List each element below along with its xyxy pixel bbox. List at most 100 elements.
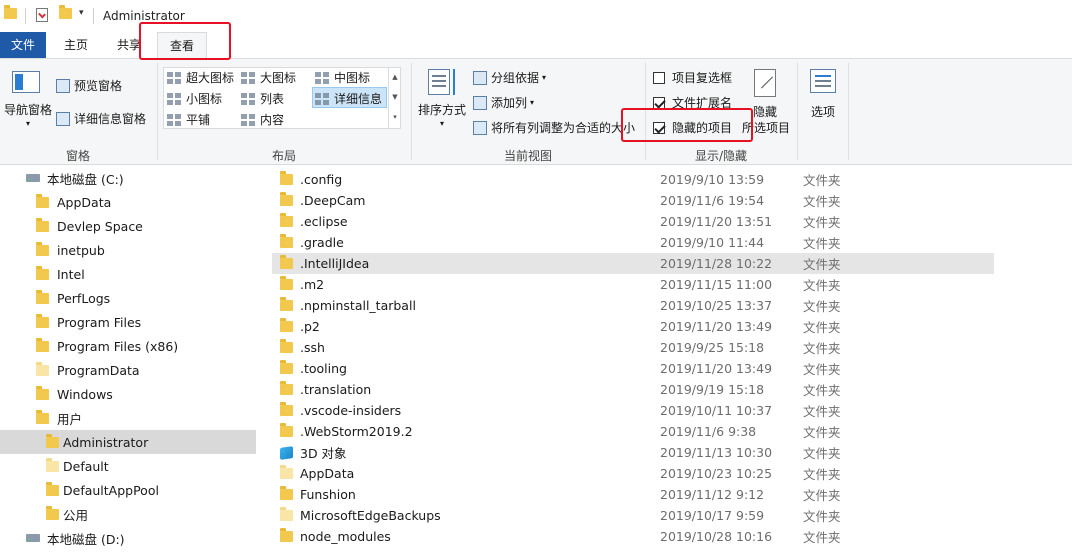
- nav-item-perflogs[interactable]: PerfLogs: [0, 286, 256, 310]
- table-row[interactable]: .config 2019/9/10 13:59 文件夹: [272, 169, 994, 190]
- item-checkboxes-toggle[interactable]: 项目复选框: [653, 69, 732, 86]
- folder-icon: [4, 5, 17, 24]
- folder-icon: [280, 423, 293, 437]
- options-button[interactable]: 选项: [811, 103, 835, 120]
- nav-item-administrator[interactable]: Administrator: [0, 430, 256, 454]
- nav-item-program-files-x86[interactable]: Program Files (x86): [0, 334, 256, 358]
- layout-list[interactable]: 列表: [241, 90, 284, 107]
- folder-icon: [280, 297, 293, 311]
- nav-item-drive-c[interactable]: 本地磁盘 (C:): [0, 166, 256, 190]
- nav-pane-icon: [12, 71, 40, 93]
- title-bar: ▾ Administrator: [0, 0, 1072, 32]
- nav-item-inetpub[interactable]: inetpub: [0, 238, 256, 262]
- fit-columns-button[interactable]: 将所有列调整为合适的大小: [473, 119, 635, 136]
- sort-by-button[interactable]: 排序方式 ▾: [417, 103, 467, 131]
- add-column-button[interactable]: 添加列 ▾: [473, 94, 534, 111]
- item-checkboxes-checkbox[interactable]: [653, 71, 665, 84]
- chevron-down-icon: ▾: [25, 119, 30, 128]
- preview-pane-button[interactable]: 预览窗格: [56, 77, 122, 94]
- folder-icon: [36, 337, 49, 352]
- details-pane-button[interactable]: 详细信息窗格: [56, 110, 146, 127]
- table-row[interactable]: AppData 2019/10/23 10:25 文件夹: [272, 463, 994, 484]
- folder-icon: [280, 234, 293, 248]
- preview-pane-icon: [56, 78, 70, 93]
- folder-icon: [46, 457, 59, 472]
- folder-icon: [280, 465, 293, 479]
- layout-large-icons[interactable]: 大图标: [241, 69, 296, 86]
- folder-icon: [36, 265, 49, 280]
- window-title: Administrator: [103, 9, 185, 23]
- folder-icon: [46, 433, 59, 448]
- layout-extra-large-icons[interactable]: 超大图标: [167, 69, 234, 86]
- nav-item-public[interactable]: 公用: [0, 502, 256, 526]
- nav-item-intel[interactable]: Intel: [0, 262, 256, 286]
- tab-view[interactable]: 查看: [157, 32, 207, 58]
- folder-icon: [280, 318, 293, 332]
- table-row[interactable]: .eclipse 2019/11/20 13:51 文件夹: [272, 211, 994, 232]
- table-row[interactable]: .translation 2019/9/19 15:18 文件夹: [272, 379, 994, 400]
- table-row[interactable]: .tooling 2019/11/20 13:49 文件夹: [272, 358, 994, 379]
- table-row[interactable]: .p2 2019/11/20 13:49 文件夹: [272, 316, 994, 337]
- table-row[interactable]: .ssh 2019/9/25 15:18 文件夹: [272, 337, 994, 358]
- hidden-items-toggle[interactable]: 隐藏的项目: [653, 119, 732, 136]
- file-list: .config 2019/9/10 13:59 文件夹 .DeepCam 2019/1…: [272, 166, 1072, 552]
- table-row[interactable]: .WebStorm2019.2 2019/11/6 9:38 文件夹: [272, 421, 994, 442]
- chevron-down-icon: ▾: [542, 73, 547, 82]
- nav-item-appdata[interactable]: AppData: [0, 190, 256, 214]
- customize-quick-access-icon[interactable]: ▾: [79, 8, 84, 24]
- layout-details[interactable]: 详细信息: [315, 90, 382, 107]
- ribbon-view: 导航窗格 ▾ 预览窗格 详细信息窗格 窗格 超大图标 大图标 中图标 小图标 列…: [0, 58, 1072, 165]
- hide-selected-label-1[interactable]: 隐藏: [753, 103, 777, 120]
- nav-item-defaultapppool[interactable]: DefaultAppPool: [0, 478, 256, 502]
- folder-icon: [280, 171, 293, 185]
- nav-item-programdata[interactable]: ProgramData: [0, 358, 256, 382]
- table-row[interactable]: .DeepCam 2019/11/6 19:54 文件夹: [272, 190, 994, 211]
- table-row[interactable]: .gradle 2019/9/10 11:44 文件夹: [272, 232, 994, 253]
- layout-gallery-scroll[interactable]: ▲ ▼ ▾: [388, 67, 401, 129]
- properties-icon[interactable]: [36, 8, 48, 22]
- tab-file[interactable]: 文件: [0, 32, 46, 58]
- folder-icon: [280, 360, 293, 374]
- hide-selected-label-2[interactable]: 所选项目: [742, 119, 790, 136]
- layout-small-icons[interactable]: 小图标: [167, 90, 222, 107]
- extra-large-icons-icon: [167, 71, 181, 84]
- folder-icon: [280, 255, 293, 269]
- folder-icon: [46, 505, 59, 520]
- table-row[interactable]: MicrosoftEdgeBackups 2019/10/17 9:59 文件夹: [272, 505, 994, 526]
- nav-item-users[interactable]: 用户: [0, 406, 256, 430]
- layout-content[interactable]: 内容: [241, 111, 284, 128]
- group-label-show-hide: 显示/隐藏: [694, 149, 748, 163]
- layout-tiles[interactable]: 平铺: [167, 111, 210, 128]
- table-row[interactable]: 3D 对象 2019/11/13 10:30 文件夹: [272, 442, 994, 463]
- hidden-items-checkbox[interactable]: [653, 121, 665, 134]
- layout-medium-icons[interactable]: 中图标: [315, 69, 370, 86]
- nav-item-devlep-space[interactable]: Devlep Space: [0, 214, 256, 238]
- table-row[interactable]: .vscode-insiders 2019/10/11 10:37 文件夹: [272, 400, 994, 421]
- folder-icon: [36, 409, 49, 424]
- file-extensions-toggle[interactable]: 文件扩展名: [653, 94, 732, 111]
- file-extensions-checkbox[interactable]: [653, 96, 665, 109]
- table-row[interactable]: node_modules 2019/10/28 10:16 文件夹: [272, 526, 994, 547]
- table-row[interactable]: .npminstall_tarball 2019/10/25 13:37 文件夹: [272, 295, 994, 316]
- nav-pane-button[interactable]: 导航窗格 ▾: [2, 103, 54, 131]
- chevron-down-icon: ▾: [439, 119, 444, 128]
- nav-item-program-files[interactable]: Program Files: [0, 310, 256, 334]
- tab-share[interactable]: 共享: [106, 32, 152, 58]
- nav-item-windows[interactable]: Windows: [0, 382, 256, 406]
- medium-icons-icon: [315, 71, 329, 84]
- tab-home[interactable]: 主页: [52, 32, 100, 58]
- fit-columns-icon: [473, 120, 487, 135]
- table-row[interactable]: .m2 2019/11/15 11:00 文件夹: [272, 274, 994, 295]
- folder-icon: [36, 385, 49, 400]
- table-row-hovered[interactable]: .IntelliJIdea 2019/11/28 10:22 文件夹: [272, 253, 994, 274]
- folder-icon: [280, 528, 293, 542]
- nav-item-drive-d[interactable]: 本地磁盘 (D:): [0, 526, 256, 550]
- tiles-icon: [167, 113, 181, 126]
- folder-icon: [280, 213, 293, 227]
- folder-icon: [36, 289, 49, 304]
- new-folder-icon[interactable]: [59, 5, 72, 24]
- options-icon: [810, 69, 836, 93]
- nav-item-default[interactable]: Default: [0, 454, 256, 478]
- group-by-button[interactable]: 分组依据 ▾: [473, 69, 546, 86]
- table-row[interactable]: Funshion 2019/11/12 9:12 文件夹: [272, 484, 994, 505]
